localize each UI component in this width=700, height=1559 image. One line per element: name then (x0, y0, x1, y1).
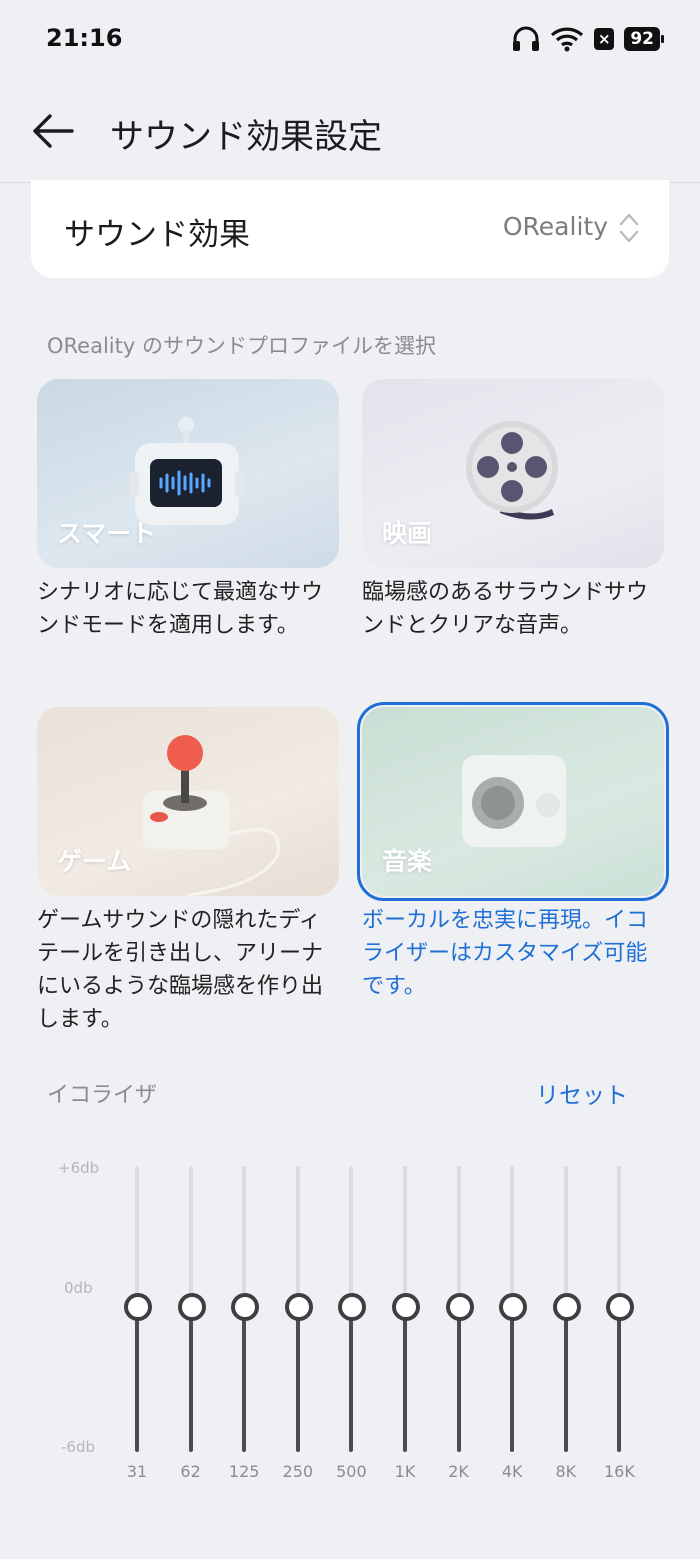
db-label-bottom: -6db (61, 1438, 95, 1456)
profile-title: 音楽 (382, 847, 433, 876)
eq-track-lower (617, 1306, 622, 1452)
profile-smart[interactable]: スマート シナリオに応じて最適なサウンドモードを適用します。 (37, 379, 339, 642)
eq-track-lower (456, 1306, 461, 1452)
chevron-up-down-icon[interactable] (618, 211, 640, 245)
eq-slider-250[interactable] (278, 1166, 318, 1454)
wifi-icon (551, 27, 584, 52)
profile-music[interactable]: 音楽 ボーカルを忠実に再現。イコライザーはカスタマイズ可能です。 (357, 702, 669, 1003)
eq-slider-125[interactable] (224, 1166, 264, 1454)
smart-thumbnail: スマート (37, 379, 339, 568)
eq-track-upper (295, 1166, 300, 1306)
reset-button[interactable]: リセット (536, 1076, 628, 1110)
status-time: 21:16 (46, 24, 123, 52)
eq-track-upper (456, 1166, 461, 1306)
sound-effect-label: サウンド効果 (64, 217, 250, 253)
eq-slider-knob[interactable] (284, 1293, 313, 1321)
music-thumbnail: 音楽 (357, 702, 669, 901)
eq-track-upper (188, 1166, 193, 1306)
eq-freq-label: 1K (394, 1462, 416, 1481)
eq-track-lower (403, 1306, 407, 1452)
eq-track-upper (563, 1166, 568, 1306)
eq-slider-4K[interactable] (492, 1166, 532, 1454)
eq-freq-label: 31 (126, 1462, 148, 1481)
eq-slider-8K[interactable] (546, 1166, 586, 1454)
eq-track-upper (510, 1166, 515, 1306)
profile-title: 映画 (382, 519, 433, 548)
eq-track-lower (135, 1306, 139, 1452)
eq-track-upper (135, 1166, 139, 1306)
eq-slider-500[interactable] (331, 1166, 371, 1454)
eq-slider-knob[interactable] (177, 1293, 206, 1321)
eq-slider-62[interactable] (171, 1166, 211, 1454)
eq-track-lower (295, 1306, 300, 1452)
eq-slider-knob[interactable] (499, 1293, 528, 1321)
status-icons: × 92 (512, 26, 664, 52)
eq-slider-knob[interactable] (338, 1293, 367, 1321)
notification-icon: × (594, 28, 615, 50)
eq-slider-knob[interactable] (445, 1293, 474, 1321)
profile-title: スマート (57, 519, 157, 548)
eq-slider-knob[interactable] (124, 1293, 152, 1321)
eq-freq-label: 62 (180, 1462, 201, 1481)
eq-track-upper (403, 1166, 407, 1306)
eq-freq-label: 125 (228, 1462, 260, 1481)
eq-freq-label: 16K (603, 1462, 635, 1481)
game-thumbnail: ゲーム (37, 707, 339, 896)
db-label-top: +6db (58, 1159, 100, 1177)
sound-effect-value[interactable]: OReality (503, 212, 608, 241)
eq-slider-knob[interactable] (606, 1293, 635, 1321)
profile-description: シナリオに応じて最適なサウンドモードを適用します。 (37, 580, 324, 638)
eq-slider-knob[interactable] (231, 1293, 260, 1321)
arrow-left-icon (33, 114, 74, 148)
equalizer-label: イコライザ (47, 1083, 158, 1108)
eq-slider-1K[interactable] (385, 1166, 425, 1454)
eq-slider-16K[interactable] (599, 1166, 639, 1454)
eq-track-upper (242, 1166, 247, 1306)
eq-freq-label: 250 (282, 1462, 314, 1481)
eq-slider-31[interactable] (117, 1166, 157, 1454)
eq-freq-label: 500 (336, 1462, 367, 1481)
battery-indicator: 92 (624, 27, 664, 51)
profile-movie[interactable]: 映画 臨場感のあるサラウンドサウンドとクリアな音声。 (362, 379, 664, 642)
profile-game[interactable]: ゲーム ゲームサウンドの隠れたディテールを引き出し、アリーナにいるような臨場感を… (37, 707, 339, 1036)
eq-track-lower (510, 1306, 515, 1452)
page-title: サウンド効果設定 (110, 117, 382, 157)
profile-description: ボーカルを忠実に再現。イコライザーはカスタマイズ可能です。 (362, 908, 649, 999)
eq-slider-2K[interactable] (439, 1166, 479, 1454)
eq-track-lower (349, 1306, 354, 1452)
eq-track-lower (563, 1306, 568, 1452)
eq-freq-label: 2K (448, 1462, 469, 1481)
profile-section-label: OReality のサウンドプロファイルを選択 (47, 334, 436, 358)
eq-track-upper (349, 1166, 354, 1306)
eq-track-lower (188, 1306, 193, 1452)
eq-track-lower (242, 1306, 247, 1452)
movie-thumbnail: 映画 (362, 379, 664, 568)
back-button[interactable] (30, 108, 80, 154)
profile-description: 臨場感のあるサラウンドサウンドとクリアな音声。 (362, 580, 649, 638)
eq-slider-knob[interactable] (552, 1293, 581, 1321)
profile-description: ゲームサウンドの隠れたディテールを引き出し、アリーナにいるような臨場感を作り出し… (37, 908, 324, 1032)
eq-freq-label: 4K (501, 1462, 523, 1481)
headphones-icon (513, 26, 540, 51)
eq-track-upper (617, 1166, 622, 1306)
eq-freq-label: 8K (555, 1462, 577, 1481)
eq-slider-knob[interactable] (392, 1293, 420, 1321)
db-label-mid: 0db (64, 1279, 93, 1297)
profile-title: ゲーム (57, 847, 132, 876)
